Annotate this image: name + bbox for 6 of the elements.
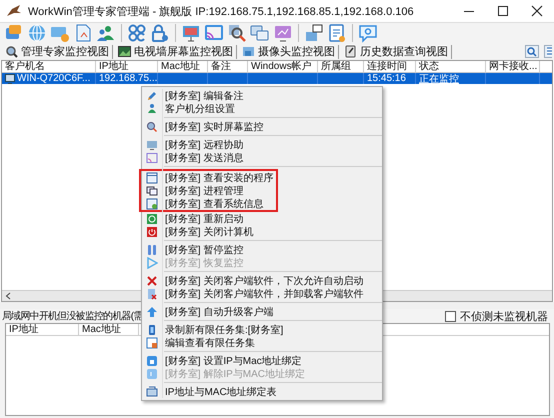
table-cell: 正在监控 (419, 73, 459, 84)
table-cell: 192.168.75... (99, 73, 157, 84)
table-cell: 15:45:16 (367, 73, 406, 84)
table-cell: WIN-Q720C6F... (17, 73, 90, 84)
window-title: WorkWin管理专家管理端 - 旗舰版 IP:192.168.75.1,192.168.85.1,192.168.0.106 (28, 4, 415, 18)
checkbox-label: 不侦测未监视机器 (460, 310, 548, 324)
